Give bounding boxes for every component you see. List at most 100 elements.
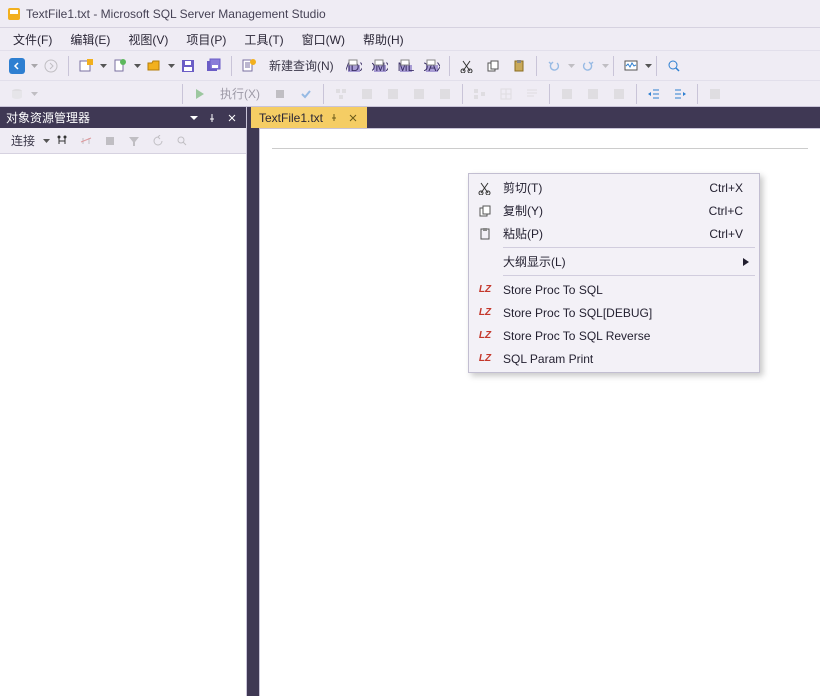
pin-icon[interactable]	[205, 110, 221, 126]
cut-icon	[471, 181, 499, 195]
panel-menu-icon[interactable]	[186, 110, 202, 126]
decrease-indent-button[interactable]	[642, 82, 666, 106]
execute-button[interactable]: 执行(X)	[214, 82, 266, 106]
save-button[interactable]	[176, 54, 200, 78]
toolbar-separator	[449, 56, 450, 76]
menu-item-sp-sql-reverse[interactable]: LZ Store Proc To SQL Reverse	[471, 324, 757, 347]
menu-project[interactable]: 项目(P)	[177, 29, 235, 50]
parse-button[interactable]	[294, 82, 318, 106]
find-button[interactable]	[662, 54, 686, 78]
menu-edit[interactable]: 编辑(E)	[61, 29, 119, 50]
new-file-button[interactable]	[108, 54, 132, 78]
tab-close-icon[interactable]	[347, 112, 359, 124]
toolbar-separator	[231, 56, 232, 76]
editor-tabstrip: TextFile1.txt	[247, 107, 820, 128]
specify-values-button[interactable]	[703, 82, 727, 106]
xmla-query-button[interactable]: XMLA	[394, 54, 418, 78]
lz-icon: LZ	[471, 330, 499, 341]
menu-tools[interactable]: 工具(T)	[235, 29, 292, 50]
open-button[interactable]	[142, 54, 166, 78]
toolbar-separator	[636, 84, 637, 104]
live-stats-button[interactable]	[433, 82, 457, 106]
lz-icon: LZ	[471, 307, 499, 318]
tab-label: TextFile1.txt	[259, 111, 323, 125]
menu-item-sp-sql[interactable]: LZ Store Proc To SQL	[471, 278, 757, 301]
toolbar-separator	[462, 84, 463, 104]
lz-icon: LZ	[471, 284, 499, 295]
menu-item-sp-sql-debug[interactable]: LZ Store Proc To SQL[DEBUG]	[471, 301, 757, 324]
paste-button[interactable]	[507, 54, 531, 78]
close-panel-icon[interactable]	[224, 110, 240, 126]
dmx-query-button[interactable]: DMX	[368, 54, 392, 78]
mdx-query-button[interactable]: MDX	[342, 54, 366, 78]
debug-button[interactable]	[268, 82, 292, 106]
dax-query-button[interactable]: DAX	[420, 54, 444, 78]
comment-button[interactable]	[581, 82, 605, 106]
redo-button[interactable]	[576, 54, 600, 78]
search-button[interactable]	[171, 130, 193, 152]
include-plan-button[interactable]	[407, 82, 431, 106]
uncomment-button[interactable]	[607, 82, 631, 106]
results-file-button[interactable]	[555, 82, 579, 106]
menu-help[interactable]: 帮助(H)	[354, 29, 413, 50]
toolbar-separator	[613, 56, 614, 76]
menu-item-copy[interactable]: 复制(Y) Ctrl+C	[471, 199, 757, 222]
estimate-plan-button[interactable]	[329, 82, 353, 106]
new-project-dropdown[interactable]	[100, 64, 107, 68]
context-menu: 剪切(T) Ctrl+X 复制(Y) Ctrl+C 粘贴(P) Ctrl+V 大…	[468, 173, 760, 373]
save-all-button[interactable]	[202, 54, 226, 78]
back-button[interactable]	[5, 54, 29, 78]
submenu-arrow-icon	[743, 255, 749, 269]
object-explorer-tree[interactable]	[0, 154, 246, 696]
results-grid-button[interactable]	[494, 82, 518, 106]
new-project-button[interactable]	[74, 54, 98, 78]
db-dropdown-arrow[interactable]	[31, 92, 38, 96]
disconnect-button[interactable]	[51, 130, 73, 152]
undo-dropdown[interactable]	[568, 64, 575, 68]
activity-monitor-button[interactable]	[619, 54, 643, 78]
client-stats-button[interactable]	[468, 82, 492, 106]
query-options-button[interactable]	[355, 82, 379, 106]
menu-file[interactable]: 文件(F)	[4, 29, 61, 50]
new-query-icon[interactable]	[237, 54, 261, 78]
editor-tab-active[interactable]: TextFile1.txt	[251, 107, 367, 128]
new-query-button[interactable]: 新建查询(N)	[263, 54, 340, 78]
toolbar-separator	[68, 56, 69, 76]
title-bar: TextFile1.txt - Microsoft SQL Server Man…	[0, 0, 820, 28]
redo-dropdown[interactable]	[602, 64, 609, 68]
menu-item-cut[interactable]: 剪切(T) Ctrl+X	[471, 176, 757, 199]
filter-button[interactable]	[123, 130, 145, 152]
new-file-dropdown[interactable]	[134, 64, 141, 68]
stop-button[interactable]	[99, 130, 121, 152]
connect-dropdown[interactable]	[43, 139, 50, 143]
toolbar-separator	[697, 84, 698, 104]
menu-view[interactable]: 视图(V)	[119, 29, 177, 50]
db-dropdown[interactable]	[5, 82, 29, 106]
connect-button[interactable]: 连接	[5, 130, 41, 152]
toolbar-separator	[536, 56, 537, 76]
toolbar-sql: 执行(X)	[0, 80, 820, 107]
forward-button[interactable]	[39, 54, 63, 78]
app-icon	[6, 6, 22, 22]
intellisense-button[interactable]	[381, 82, 405, 106]
menu-item-outline[interactable]: 大纲显示(L)	[471, 250, 757, 273]
activity-dropdown[interactable]	[645, 64, 652, 68]
back-dropdown[interactable]	[31, 64, 38, 68]
paste-icon	[471, 227, 499, 241]
disconnect-all-button[interactable]	[75, 130, 97, 152]
increase-indent-button[interactable]	[668, 82, 692, 106]
open-dropdown[interactable]	[168, 64, 175, 68]
menu-item-paste[interactable]: 粘贴(P) Ctrl+V	[471, 222, 757, 245]
copy-button[interactable]	[481, 54, 505, 78]
toolbar-separator	[182, 84, 183, 104]
object-explorer-toolbar: 连接	[0, 128, 246, 154]
results-text-button[interactable]	[520, 82, 544, 106]
cut-button[interactable]	[455, 54, 479, 78]
refresh-button[interactable]	[147, 130, 169, 152]
undo-button[interactable]	[542, 54, 566, 78]
menu-separator	[503, 275, 755, 276]
menu-window[interactable]: 窗口(W)	[293, 29, 354, 50]
execute-play-icon	[188, 82, 212, 106]
menu-item-sql-param-print[interactable]: LZ SQL Param Print	[471, 347, 757, 370]
tab-pin-icon[interactable]	[329, 112, 341, 124]
